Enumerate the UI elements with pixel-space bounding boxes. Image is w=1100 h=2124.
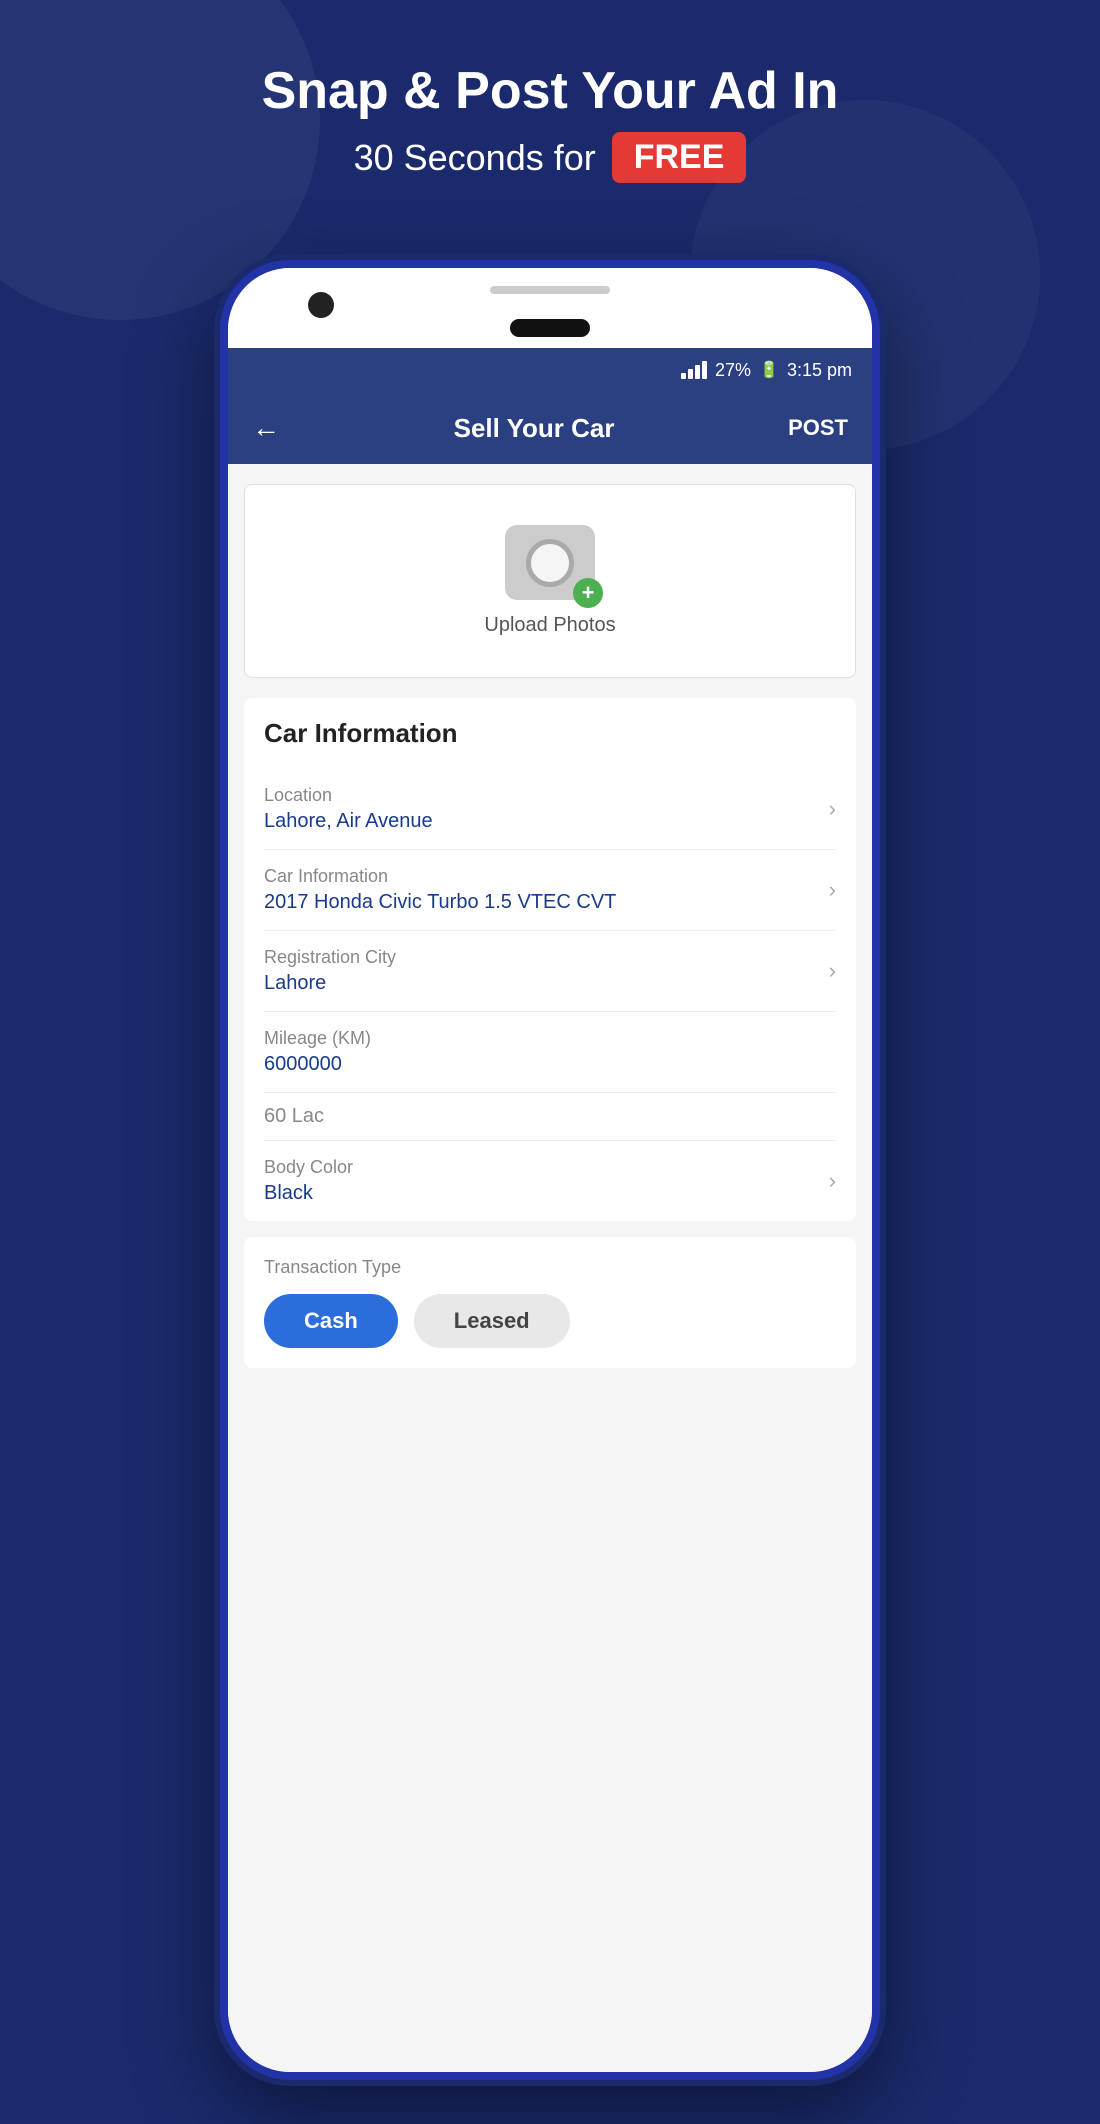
location-left: Location Lahore, Air Avenue xyxy=(264,785,829,833)
leased-button[interactable]: Leased xyxy=(414,1294,570,1348)
header-subtitle: 30 Seconds for FREE xyxy=(0,132,1100,183)
car-model-row[interactable]: Car Information 2017 Honda Civic Turbo 1… xyxy=(264,850,836,931)
phone-content: + Upload Photos Car Information Location… xyxy=(228,464,872,2072)
body-color-row[interactable]: Body Color Black › xyxy=(264,1141,836,1221)
price-row: 60 Lac xyxy=(264,1093,836,1141)
mileage-row[interactable]: Mileage (KM) 6000000 xyxy=(264,1012,836,1093)
transaction-section: Transaction Type Cash Leased xyxy=(244,1237,856,1368)
reg-city-row[interactable]: Registration City Lahore › xyxy=(264,931,836,1012)
front-camera xyxy=(308,292,334,318)
camera-icon-wrap: + xyxy=(505,525,595,600)
upload-section[interactable]: + Upload Photos xyxy=(244,484,856,678)
car-model-left: Car Information 2017 Honda Civic Turbo 1… xyxy=(264,866,829,914)
cash-button[interactable]: Cash xyxy=(264,1294,398,1348)
phone-shell: 27% 🔋 3:15 pm ← Sell Your Car POST + Upl… xyxy=(220,260,880,2080)
car-info-section: Car Information Location Lahore, Air Ave… xyxy=(244,698,856,1221)
body-color-chevron-icon: › xyxy=(829,1168,836,1194)
signal-icon xyxy=(681,361,707,379)
transaction-btn-group: Cash Leased xyxy=(264,1294,836,1348)
header-title-line2-prefix: 30 Seconds for xyxy=(354,137,596,179)
mute-button xyxy=(220,488,224,538)
status-bar: 27% 🔋 3:15 pm xyxy=(228,348,872,392)
post-button[interactable]: POST xyxy=(788,415,848,441)
volume-down-button xyxy=(220,678,224,758)
location-row[interactable]: Location Lahore, Air Avenue › xyxy=(264,769,836,850)
reg-city-label: Registration City xyxy=(264,947,829,968)
body-color-value: Black xyxy=(264,1182,829,1205)
mileage-label: Mileage (KM) xyxy=(264,1028,836,1049)
volume-up-button xyxy=(220,568,224,648)
upload-photos-label: Upload Photos xyxy=(484,614,615,637)
car-model-label: Car Information xyxy=(264,866,829,887)
body-color-label: Body Color xyxy=(264,1157,829,1178)
battery-icon: 🔋 xyxy=(759,360,779,380)
car-info-section-title: Car Information xyxy=(264,718,836,749)
navbar: ← Sell Your Car POST xyxy=(228,392,872,464)
location-value: Lahore, Air Avenue xyxy=(264,810,829,833)
location-chevron-icon: › xyxy=(829,796,836,822)
header-section: Snap & Post Your Ad In 30 Seconds for FR… xyxy=(0,60,1100,183)
phone-pill xyxy=(510,319,590,337)
car-model-chevron-icon: › xyxy=(829,877,836,903)
reg-city-left: Registration City Lahore xyxy=(264,947,829,995)
transaction-type-label: Transaction Type xyxy=(264,1257,836,1278)
page-title: Sell Your Car xyxy=(454,413,615,444)
free-badge: FREE xyxy=(612,132,747,183)
location-label: Location xyxy=(264,785,829,806)
back-button[interactable]: ← xyxy=(252,412,280,444)
phone-notch xyxy=(228,268,872,348)
body-color-left: Body Color Black xyxy=(264,1157,829,1205)
clock: 3:15 pm xyxy=(787,360,852,381)
add-photo-icon: + xyxy=(573,578,603,608)
mileage-value: 6000000 xyxy=(264,1053,836,1076)
speaker-grille xyxy=(490,286,610,294)
reg-city-value: Lahore xyxy=(264,972,829,995)
battery-percent: 27% xyxy=(715,360,751,381)
car-model-value: 2017 Honda Civic Turbo 1.5 VTEC CVT xyxy=(264,891,829,914)
power-button xyxy=(876,588,880,648)
mileage-left: Mileage (KM) 6000000 xyxy=(264,1028,836,1076)
reg-city-chevron-icon: › xyxy=(829,958,836,984)
header-title-line1: Snap & Post Your Ad In xyxy=(0,60,1100,122)
price-value: 60 Lac xyxy=(264,1105,836,1128)
